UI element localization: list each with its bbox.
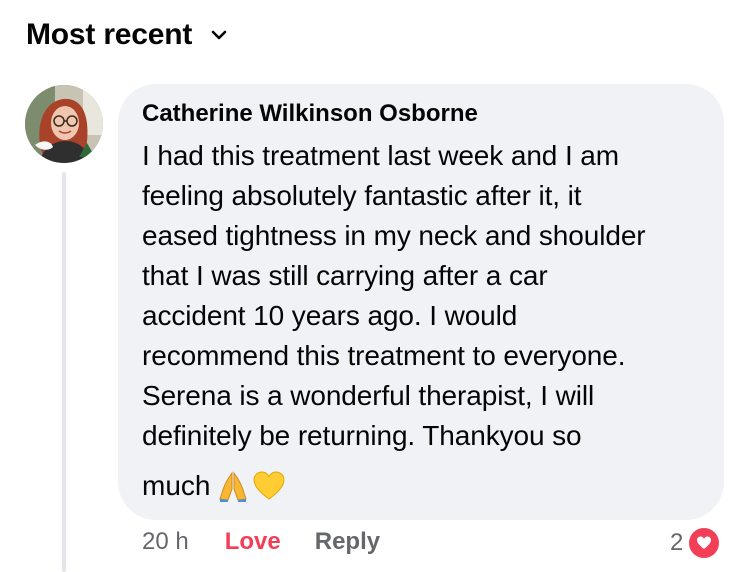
reaction-count: 2 [670,529,684,556]
avatar[interactable] [25,85,103,163]
folded-hands-emoji [216,469,250,503]
sort-dropdown[interactable]: Most recent [26,18,228,52]
chevron-down-icon [210,26,228,44]
thread-line [62,172,66,572]
heart-icon [687,526,722,560]
yellow-heart-emoji [252,469,286,503]
comment-timestamp[interactable]: 20 h [142,528,189,556]
comment-actions: 20 h Love Reply [142,528,380,556]
reaction-summary[interactable]: 2 [670,526,722,560]
reply-button[interactable]: Reply [315,528,380,556]
comment-text-last-line: much [142,466,288,506]
comment-bubble: Catherine Wilkinson Osborne I had this t… [118,84,724,520]
comment-author[interactable]: Catherine Wilkinson Osborne [142,100,478,128]
love-reaction-button[interactable]: Love [225,528,281,556]
comment-last-word: much [142,470,211,501]
comment-text: I had this treatment last week and I am … [142,140,646,451]
sort-label: Most recent [26,18,193,51]
